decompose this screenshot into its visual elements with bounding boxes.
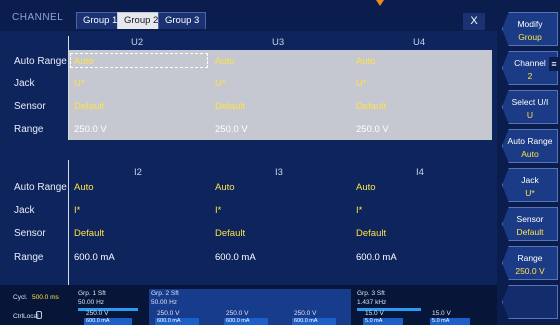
- i4-auto-range[interactable]: Auto: [356, 182, 376, 193]
- u2-sensor[interactable]: Default: [74, 101, 104, 112]
- softkey-label: Auto Range: [507, 136, 553, 146]
- jack-softkey[interactable]: Jack U*: [502, 168, 558, 202]
- u4-range[interactable]: 250.0 V: [356, 124, 389, 135]
- row-label-sensor: Sensor: [14, 101, 46, 112]
- group-1-voltage-range: 250.0 V: [86, 310, 109, 317]
- trigger-marker-icon: [376, 0, 384, 6]
- group-3-current-2: 5.0 mA: [430, 318, 470, 325]
- group-3-voltage-1: 15.0 V: [365, 310, 384, 317]
- tab-group-3[interactable]: Group 3: [158, 12, 207, 29]
- range-softkey[interactable]: Range 250.0 V: [502, 246, 558, 280]
- i2-sensor[interactable]: Default: [74, 228, 104, 239]
- u3-auto-range[interactable]: Auto: [215, 56, 235, 67]
- group-2-voltage-1: 250.0 V: [157, 310, 180, 317]
- softkey-value: U: [526, 110, 534, 120]
- u3-sensor[interactable]: Default: [215, 101, 245, 112]
- group-2-frequency: 50.00 Hz: [151, 299, 178, 306]
- column-header-i4: I4: [416, 167, 424, 178]
- row-label-range: Range: [14, 252, 44, 263]
- i4-range[interactable]: 600.0 mA: [356, 252, 397, 263]
- group-3-name: Grp. 3 Sft: [357, 290, 385, 297]
- group-2-voltage-3: 250.0 V: [294, 310, 317, 317]
- group-2-voltage-2: 250.0 V: [226, 310, 249, 317]
- i3-jack[interactable]: I*: [215, 205, 221, 216]
- softkey-menu: Modify Group Channel 2 Select U/I U Auto…: [497, 0, 560, 325]
- i3-auto-range[interactable]: Auto: [215, 182, 235, 193]
- group-3-current-1: 5.0 mA: [363, 318, 403, 325]
- softkey-label: Modify: [517, 19, 543, 29]
- group-1-current-range: 600.0 mA: [84, 318, 132, 325]
- softkey-value: 2: [527, 71, 533, 81]
- auto-range-softkey[interactable]: Auto Range Auto: [502, 129, 558, 163]
- i2-auto-range[interactable]: Auto: [74, 182, 94, 193]
- ctrl-label: Ctrl: [13, 313, 24, 320]
- column-header-i2: I2: [134, 167, 142, 178]
- u4-sensor[interactable]: Default: [356, 101, 386, 112]
- column-header-u2: U2: [131, 37, 144, 48]
- select-ui-softkey[interactable]: Select U/I U: [502, 90, 558, 124]
- u2-range[interactable]: 250.0 V: [74, 124, 107, 135]
- column-header-u4: U4: [413, 37, 426, 48]
- group-2-current-3: 600.0 mA: [292, 318, 336, 325]
- modify-group-softkey[interactable]: Modify Group: [502, 12, 558, 46]
- row-label-range: Range: [14, 124, 44, 135]
- group-2-name: Grp. 2 Sft: [151, 290, 179, 297]
- i4-sensor[interactable]: Default: [356, 228, 386, 239]
- row-label-sensor: Sensor: [14, 228, 46, 239]
- lock-icon: [36, 311, 42, 319]
- i3-range[interactable]: 600.0 mA: [215, 252, 256, 263]
- group-1-frequency: 50.00 Hz: [78, 299, 105, 306]
- divider: [68, 160, 69, 285]
- softkey-label: Jack: [521, 175, 539, 185]
- u4-auto-range[interactable]: Auto: [356, 56, 376, 67]
- cycle-value: 500.0 ms: [32, 294, 59, 301]
- group-2-current-1: 600.0 mA: [155, 318, 199, 325]
- cycle-label: Cycl.: [13, 294, 28, 301]
- u2-auto-range[interactable]: Auto: [74, 56, 94, 67]
- softkey-value: U*: [525, 188, 535, 198]
- row-label-jack: Jack: [14, 205, 35, 216]
- softkey-value: 250.0 V: [515, 266, 545, 276]
- header-bar: CHANNEL Group 1 Group 2 Group 3 X: [0, 0, 497, 31]
- channel-screen: CHANNEL Group 1 Group 2 Group 3 X U2 U3 …: [0, 0, 560, 325]
- group-1-name: Grp. 1 Sft: [78, 290, 106, 297]
- empty-softkey[interactable]: [502, 285, 558, 319]
- softkey-label: Select U/I: [511, 97, 549, 107]
- page-title: CHANNEL: [12, 12, 64, 23]
- i2-range[interactable]: 600.0 mA: [74, 252, 115, 263]
- u3-range[interactable]: 250.0 V: [215, 124, 248, 135]
- close-icon[interactable]: X: [463, 13, 485, 30]
- row-label-auto-range: Auto Range: [14, 56, 67, 67]
- u2-jack[interactable]: U*: [74, 78, 85, 89]
- softkey-label: Range: [517, 253, 543, 263]
- row-label-jack: Jack: [14, 78, 35, 89]
- row-label-auto-range: Auto Range: [14, 182, 67, 193]
- softkey-value: Default: [516, 227, 544, 237]
- menu-handle-icon[interactable]: ≡: [549, 57, 559, 71]
- softkey-label: Sensor: [516, 214, 544, 224]
- sensor-softkey[interactable]: Sensor Default: [502, 207, 558, 241]
- group-2-current-2: 600.0 mA: [224, 318, 268, 325]
- column-header-u3: U3: [272, 37, 285, 48]
- i3-sensor[interactable]: Default: [215, 228, 245, 239]
- softkey-value: Auto: [521, 149, 539, 159]
- group-3-voltage-2: 15.0 V: [432, 310, 451, 317]
- column-header-i3: I3: [275, 167, 283, 178]
- i4-jack[interactable]: I*: [356, 205, 362, 216]
- u3-jack[interactable]: U*: [215, 78, 226, 89]
- group-3-frequency: 1.437 kHz: [357, 299, 387, 306]
- softkey-value: Group: [518, 32, 542, 42]
- u4-jack[interactable]: U*: [356, 78, 367, 89]
- i2-jack[interactable]: I*: [74, 205, 80, 216]
- divider: [68, 36, 69, 140]
